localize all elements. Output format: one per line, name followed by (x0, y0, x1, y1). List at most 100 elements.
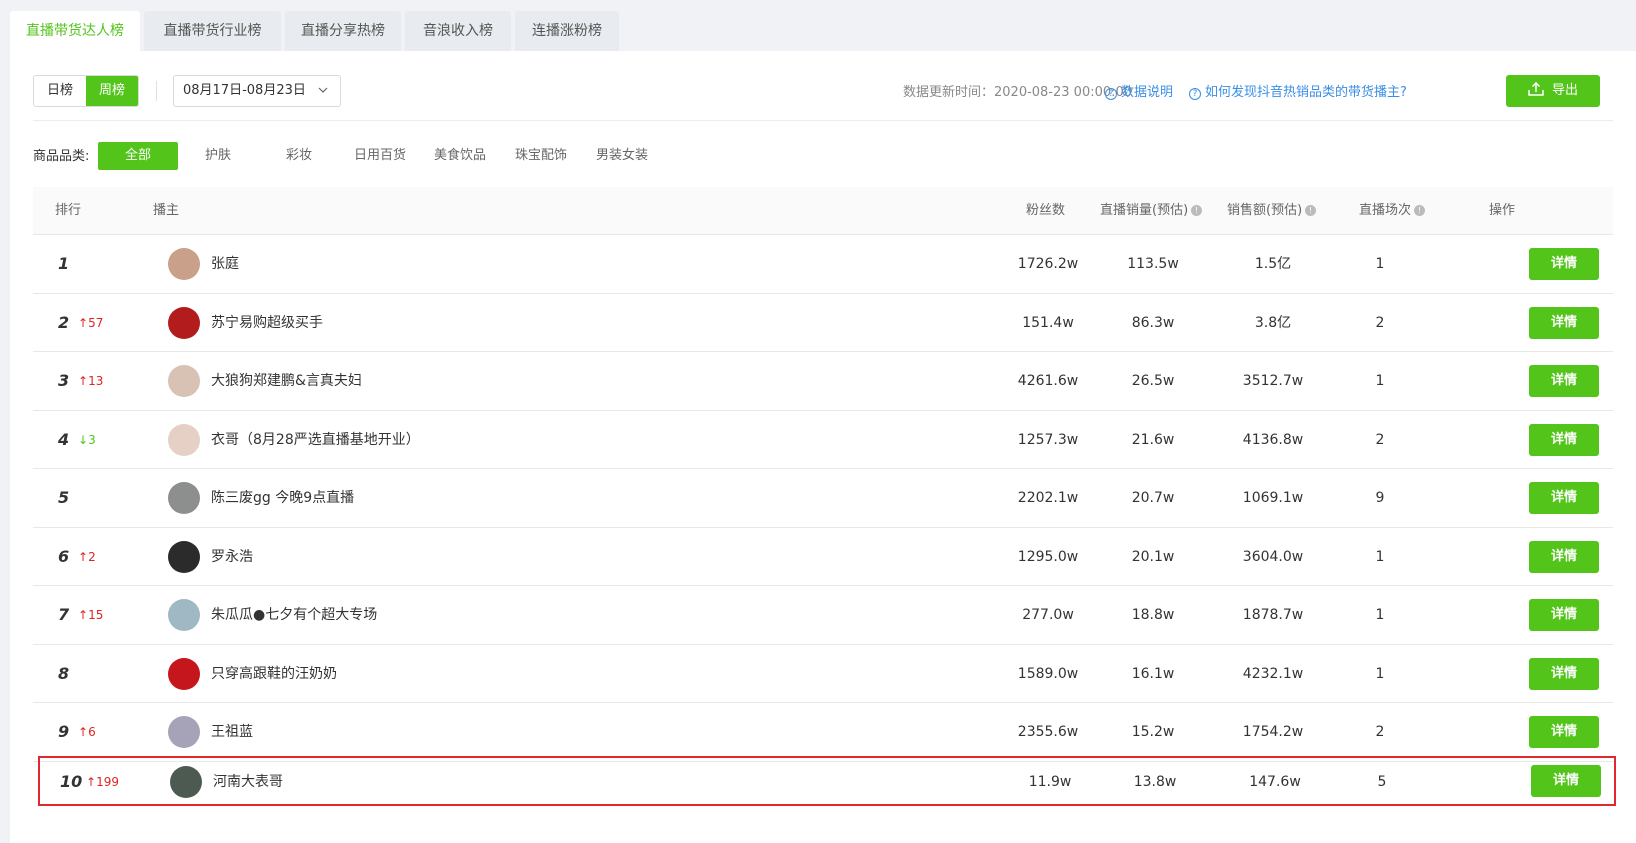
info-icon[interactable]: ! (1305, 205, 1317, 216)
question-icon: ? (1105, 88, 1117, 100)
detail-button[interactable]: 详情 (1529, 482, 1599, 514)
table-row: 7 ↑15 朱瓜瓜●七夕有个超大专场 277.0w 18.8w 1878.7w 1 详情 (33, 586, 1613, 645)
detail-button[interactable]: 详情 (1531, 765, 1601, 797)
detail-button[interactable]: 详情 (1529, 248, 1599, 280)
header-rank: 排行 (55, 203, 82, 218)
host-name[interactable]: 张庭 (211, 235, 239, 293)
header-revenue: 销售额(预估)! (1227, 187, 1317, 235)
fans-count: 1295.0w (1017, 548, 1079, 565)
revenue-amount: 3.8亿 (1254, 314, 1292, 331)
header-action: 操作 (1489, 203, 1516, 218)
rank-change-value: 15 (88, 608, 104, 622)
sales-count: 16.1w (1131, 665, 1175, 682)
header-revenue-label: 销售额(预估) (1227, 203, 1303, 218)
info-icon[interactable]: ! (1414, 205, 1426, 216)
host-name[interactable]: 王祖蓝 (211, 703, 253, 761)
table-row: 5 陈三废gg 今晚9点直播 2202.1w 20.7w 1069.1w 9 详情 (33, 469, 1613, 528)
weekly-rank-button[interactable]: 周榜 (86, 76, 138, 106)
table-row: 8 只穿高跟鞋的汪奶奶 1589.0w 16.1w 4232.1w 1 详情 (33, 645, 1613, 703)
avatar[interactable] (168, 540, 200, 573)
avatar[interactable] (168, 599, 200, 631)
revenue-amount: 4232.1w (1242, 665, 1304, 682)
table-header: 排行 播主 粉丝数 直播销量(预估)! 销售额(预估)! 直播场次! 操作 (33, 187, 1613, 235)
sales-count: 20.1w (1131, 548, 1175, 565)
rank-number: 10 (60, 772, 83, 791)
detail-button[interactable]: 详情 (1529, 716, 1599, 748)
session-count: 1 (1375, 548, 1385, 565)
avatar[interactable] (170, 766, 202, 798)
avatar[interactable] (168, 365, 200, 397)
daily-rank-button[interactable]: 日榜 (34, 76, 86, 106)
category-item[interactable]: 珠宝配饰 (501, 142, 581, 170)
avatar[interactable] (168, 306, 200, 339)
revenue-amount: 1754.2w (1242, 724, 1304, 740)
rank-change: ↑15 (78, 586, 103, 644)
tab-1[interactable]: 直播带货达人榜 (10, 11, 140, 51)
tab-4[interactable]: 音浪收入榜 (405, 11, 511, 51)
data-explain-link[interactable]: ? 数据说明 (1105, 81, 1173, 100)
detail-button[interactable]: 详情 (1529, 540, 1599, 573)
host-name[interactable]: 大狼狗郑建鹏&言真夫妇 (211, 352, 362, 410)
host-name[interactable]: 罗永浩 (211, 528, 253, 586)
category-item[interactable]: 美食饮品 (420, 142, 500, 170)
export-button[interactable]: 导出 (1506, 75, 1600, 107)
detail-button[interactable]: 详情 (1529, 423, 1599, 456)
fans-count: 1257.3w (1017, 431, 1079, 448)
tab-2[interactable]: 直播带货行业榜 (144, 11, 281, 51)
arrow-up-icon: ↑ (78, 549, 89, 564)
detail-button[interactable]: 详情 (1529, 657, 1599, 690)
avatar[interactable] (168, 657, 200, 690)
date-range-select[interactable]: 08月17日-08月23日 (173, 75, 341, 107)
chevron-down-icon (318, 76, 328, 117)
arrow-up-icon: ↑ (78, 315, 89, 330)
how-to-link[interactable]: ? 如何发现抖音热销品类的带货播主? (1189, 81, 1407, 100)
period-toggle: 日榜 周榜 (33, 75, 139, 107)
host-name[interactable]: 朱瓜瓜●七夕有个超大专场 (211, 586, 377, 644)
avatar[interactable] (168, 248, 200, 280)
header-sales-label: 直播销量(预估) (1100, 203, 1189, 218)
session-count: 1 (1375, 665, 1385, 682)
fans-count: 1589.0w (1017, 665, 1079, 682)
arrow-up-icon: ↑ (78, 374, 89, 388)
info-icon[interactable]: ! (1191, 205, 1203, 216)
rank-change: ↑57 (78, 294, 103, 352)
category-item[interactable]: 男装女装 (582, 142, 662, 170)
category-item[interactable]: 日用百货 (340, 142, 420, 170)
session-count: 9 (1375, 490, 1385, 506)
rank-change-value: 13 (88, 374, 104, 388)
category-item[interactable]: 护肤 (178, 142, 258, 170)
host-name[interactable]: 只穿高跟鞋的汪奶奶 (211, 645, 337, 703)
divider (156, 81, 157, 101)
detail-button[interactable]: 详情 (1529, 599, 1599, 631)
table-row: 9 ↑6 王祖蓝 2355.6w 15.2w 1754.2w 2 详情 (33, 703, 1613, 762)
session-count: 1 (1375, 607, 1385, 623)
revenue-amount: 3604.0w (1242, 548, 1304, 565)
detail-button[interactable]: 详情 (1529, 306, 1599, 339)
fans-count: 277.0w (1022, 607, 1074, 623)
export-label: 导出 (1551, 83, 1578, 98)
host-name[interactable]: 苏宁易购超级买手 (211, 294, 323, 352)
detail-button[interactable]: 详情 (1529, 365, 1599, 397)
avatar[interactable] (168, 482, 200, 514)
category-item[interactable]: 全部 (98, 142, 178, 170)
rank-change: ↑6 (78, 703, 96, 761)
table-row: 1 张庭 1726.2w 113.5w 1.5亿 1 详情 (33, 235, 1613, 294)
host-name[interactable]: 衣哥（8月28严选直播基地开业） (211, 411, 420, 469)
rank-change: ↑13 (78, 352, 103, 410)
table-row: 10 ↑199 河南大表哥 11.9w 13.8w 147.6w 5 详情 (38, 756, 1616, 806)
tab-3[interactable]: 直播分享热榜 (285, 11, 401, 51)
sales-count: 21.6w (1131, 431, 1175, 448)
table-row: 4 ↓3 衣哥（8月28严选直播基地开业） 1257.3w 21.6w 4136.8w 2 详… (33, 411, 1613, 469)
session-count: 1 (1375, 256, 1385, 272)
host-name[interactable]: 河南大表哥 (213, 758, 283, 806)
host-name[interactable]: 陈三废gg 今晚9点直播 (211, 469, 354, 527)
tab-5[interactable]: 连播涨粉榜 (515, 11, 619, 51)
sales-count: 20.7w (1131, 490, 1175, 506)
rank-number: 6 (58, 546, 70, 566)
avatar[interactable] (168, 716, 200, 748)
category-item[interactable]: 彩妆 (259, 142, 339, 170)
session-count: 2 (1375, 431, 1385, 448)
main-panel: 日榜 周榜 08月17日-08月23日 数据更新时间：2020-08-23 00… (10, 51, 1636, 843)
avatar[interactable] (168, 423, 200, 456)
rank-change: ↑2 (78, 528, 96, 586)
